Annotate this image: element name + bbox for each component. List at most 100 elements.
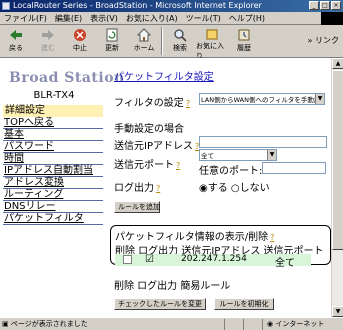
- favorites-button[interactable]: お気に入り: [196, 25, 228, 60]
- src-port-select[interactable]: 全て ▼: [199, 149, 277, 161]
- help-icon[interactable]: ?: [186, 99, 190, 108]
- page-done-icon: ▣: [2, 320, 9, 328]
- status-bar: ▣ ページが表示されました ◉ インターネット: [0, 317, 343, 330]
- sidebar-item-packet-filter: パケットフィルタ: [3, 213, 103, 225]
- page-title: パケットフィルタ設定: [114, 72, 214, 83]
- back-label: 戻る: [9, 44, 23, 52]
- help-icon[interactable]: ?: [156, 184, 160, 193]
- sidebar-link-top[interactable]: TOPへ戻る: [4, 117, 54, 128]
- filter-setting-value: LAN側からWAN側へのフィルタを手動設定: [201, 96, 325, 104]
- menu-file[interactable]: ファイル(F): [0, 12, 51, 24]
- log-on-label: する: [207, 183, 228, 194]
- home-label: ホーム: [133, 44, 155, 52]
- menu-tools[interactable]: ツール(T): [182, 12, 225, 24]
- reset-rules-button[interactable]: ルールを初期化: [214, 298, 274, 310]
- src-port-value: 全て: [201, 152, 214, 160]
- log-output-label: ログ出力: [114, 183, 154, 194]
- search-button[interactable]: 検索: [164, 25, 196, 57]
- forward-arrow-icon: [39, 27, 57, 43]
- window-controls: _ □ ×: [309, 1, 341, 10]
- sidebar-item-dhcp: IPアドレス自動割当: [3, 165, 103, 177]
- detail-settings-heading: 詳細設定: [3, 105, 103, 117]
- sidebar: Broad Station BLR-TX4 詳細設定 TOPへ戻る 基本 パスワ…: [0, 58, 125, 317]
- back-button[interactable]: 戻る: [0, 25, 32, 57]
- browser-toolbar: 戻る 進む 中止 更新 ホーム 検索 お気に入り 履歴 » リンク: [0, 25, 343, 60]
- sidebar-link-packet-filter[interactable]: パケットフィルタ: [4, 213, 84, 224]
- window-title: LocalRouter Series - BroadStation - Micr…: [13, 1, 262, 10]
- scroll-down-icon[interactable]: ▼: [332, 306, 343, 317]
- sidebar-item-routing: ルーティング: [3, 189, 103, 201]
- favorites-icon: [203, 27, 221, 41]
- history-button[interactable]: 履歴: [228, 25, 260, 57]
- home-icon: [135, 27, 153, 43]
- simple-rules-heading: 削除 ログ出力 簡易ルール: [114, 281, 231, 292]
- add-rule-button[interactable]: ルールを追加: [114, 201, 160, 213]
- brand-logo: Broad Station: [9, 70, 125, 86]
- sidebar-item-time: 時間: [3, 153, 103, 165]
- src-ip-label: 送信元IPアドレス: [114, 141, 193, 152]
- src-ip-input[interactable]: [199, 136, 327, 148]
- delete-checkbox[interactable]: [123, 255, 132, 264]
- sidebar-link-routing[interactable]: ルーティング: [4, 189, 63, 200]
- back-arrow-icon: [7, 27, 25, 43]
- minimize-button[interactable]: _: [309, 1, 319, 10]
- sidebar-link-nat[interactable]: アドレス変換: [4, 177, 64, 188]
- help-icon[interactable]: ?: [270, 233, 274, 242]
- log-output-radio-group: ◉する ○しない: [199, 179, 270, 194]
- stop-icon: [71, 27, 89, 43]
- links-label[interactable]: リンク: [315, 36, 339, 45]
- search-icon: [171, 27, 189, 43]
- refresh-button[interactable]: 更新: [96, 25, 128, 57]
- chevron-down-icon: ▼: [267, 150, 276, 160]
- log-on-radio[interactable]: ◉: [199, 183, 208, 194]
- rule-src-ip: 202.247.1.254: [181, 254, 247, 264]
- sidebar-link-basic[interactable]: 基本: [4, 129, 24, 140]
- menu-view[interactable]: 表示(V): [86, 12, 122, 24]
- manual-setting-heading: 手動設定の場合: [114, 124, 184, 135]
- history-label: 履歴: [237, 44, 251, 52]
- maximize-button[interactable]: □: [320, 1, 330, 10]
- home-button[interactable]: ホーム: [128, 25, 160, 57]
- stop-button[interactable]: 中止: [64, 25, 96, 57]
- scroll-up-icon[interactable]: ▲: [332, 58, 343, 69]
- refresh-label: 更新: [105, 44, 119, 52]
- sidebar-item-dns-relay: DNSリレー: [3, 201, 103, 213]
- ie-app-icon: [2, 2, 10, 10]
- stop-label: 中止: [73, 44, 87, 52]
- toolbar-overflow-chevron-icon[interactable]: »: [308, 36, 313, 45]
- refresh-icon: [103, 27, 121, 43]
- sidebar-item-basic: 基本: [3, 129, 103, 141]
- internet-zone-icon: ◉: [267, 320, 274, 328]
- forward-button[interactable]: 進む: [32, 25, 64, 57]
- change-checked-rules-button[interactable]: チェックしたルールを変更: [114, 298, 206, 310]
- zone-label: インターネット: [275, 320, 325, 328]
- sidebar-item-top: TOPへ戻る: [3, 117, 103, 129]
- log-checkbox[interactable]: ☑: [145, 254, 154, 265]
- forward-label: 進む: [41, 44, 55, 52]
- sidebar-nav: TOPへ戻る 基本 パスワード 時間 IPアドレス自動割当 アドレス変換 ルーテ…: [3, 117, 103, 225]
- vertical-scrollbar[interactable]: ▲ ▼: [331, 58, 343, 317]
- sidebar-link-time[interactable]: 時間: [4, 153, 24, 164]
- rule-src-port: 全て: [275, 258, 295, 269]
- page-content: Broad Station BLR-TX4 詳細設定 TOPへ戻る 基本 パスワ…: [0, 58, 343, 317]
- sidebar-link-password[interactable]: パスワード: [4, 141, 54, 152]
- sidebar-link-dhcp[interactable]: IPアドレス自動割当: [4, 165, 93, 176]
- menu-edit[interactable]: 編集(E): [51, 12, 86, 24]
- help-icon[interactable]: ?: [176, 161, 180, 170]
- close-button[interactable]: ×: [331, 1, 341, 10]
- any-port-input[interactable]: [262, 162, 326, 174]
- status-cell: [224, 319, 225, 330]
- filter-setting-label: フィルタの設定: [114, 98, 184, 109]
- sidebar-link-dns-relay[interactable]: DNSリレー: [4, 201, 56, 212]
- chevron-down-icon: ▼: [315, 94, 324, 104]
- windows-logo-icon: [321, 12, 343, 25]
- menu-favorites[interactable]: お気に入り(A): [122, 12, 182, 24]
- status-text: ページが表示されました: [10, 320, 88, 328]
- sidebar-item-nat: アドレス変換: [3, 177, 103, 189]
- table-row: ☑ 202.247.1.254 全て: [115, 254, 311, 269]
- log-off-label: しない: [239, 183, 270, 194]
- menu-help[interactable]: ヘルプ(H): [225, 12, 269, 24]
- filter-setting-select[interactable]: LAN側からWAN側へのフィルタを手動設定 ▼: [199, 93, 325, 105]
- log-off-radio[interactable]: ○: [231, 183, 240, 194]
- scroll-thumb[interactable]: [332, 70, 343, 250]
